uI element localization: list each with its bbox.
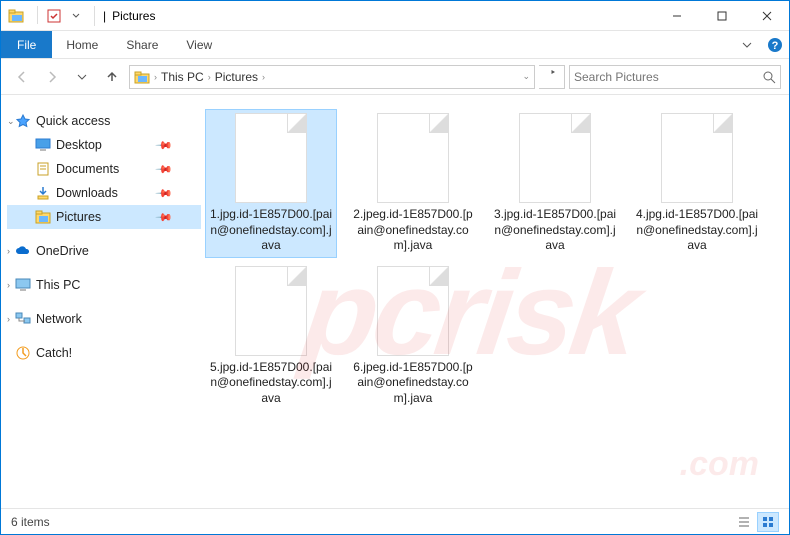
sidebar-onedrive[interactable]: › OneDrive	[7, 239, 201, 263]
view-mode-toggles	[733, 512, 779, 532]
network-icon	[15, 311, 31, 327]
sidebar-item-label: OneDrive	[36, 244, 89, 258]
search-field[interactable]	[569, 65, 781, 89]
address-dropdown-icon[interactable]: ⌄	[522, 71, 530, 82]
sidebar-item-pictures[interactable]: Pictures 📌	[7, 205, 201, 229]
tab-view[interactable]: View	[172, 31, 226, 58]
address-bar: › This PC › Pictures › ⌄	[1, 59, 789, 95]
chevron-right-icon[interactable]: ›	[262, 72, 265, 82]
search-input[interactable]	[574, 70, 762, 84]
folder-icon	[134, 69, 150, 85]
refresh-button[interactable]	[539, 65, 565, 89]
folder-icon	[35, 185, 51, 201]
sidebar-item-label: Documents	[56, 162, 119, 176]
sidebar-item-documents[interactable]: Documents 📌	[7, 157, 201, 181]
close-button[interactable]	[744, 1, 789, 31]
file-grid: 1.jpg.id-1E857D00.[pain@onefinedstay.com…	[205, 109, 789, 411]
qat-dropdown-icon[interactable]	[66, 6, 86, 26]
content-pane[interactable]: 1.jpg.id-1E857D00.[pain@onefinedstay.com…	[201, 95, 789, 510]
file-name-label: 2.jpeg.id-1E857D00.[pain@onefinedstay.co…	[351, 207, 475, 254]
ribbon: File Home Share View ?	[1, 31, 789, 59]
titlebar: | Pictures	[1, 1, 789, 31]
folder-icon	[35, 137, 51, 153]
file-name-label: 3.jpg.id-1E857D00.[pain@onefinedstay.com…	[493, 207, 617, 254]
chevron-right-icon[interactable]: ›	[7, 314, 10, 324]
breadcrumb-pictures[interactable]: Pictures	[215, 70, 258, 84]
sidebar-item-desktop[interactable]: Desktop 📌	[7, 133, 201, 157]
up-button[interactable]	[99, 64, 125, 90]
app-icon	[7, 6, 27, 26]
file-thumbnail-icon	[661, 113, 733, 203]
pin-icon: 📌	[155, 184, 174, 203]
forward-button[interactable]	[39, 64, 65, 90]
file-thumbnail-icon	[377, 113, 449, 203]
file-item[interactable]: 2.jpeg.id-1E857D00.[pain@onefinedstay.co…	[347, 109, 479, 258]
explorer-body: ⌄ Quick access Desktop📌Documents📌Downloa…	[1, 95, 789, 510]
sidebar-item-label: Downloads	[56, 186, 118, 200]
folder-icon	[35, 209, 51, 225]
sidebar-item-label: Pictures	[56, 210, 101, 224]
file-name-label: 6.jpeg.id-1E857D00.[pain@onefinedstay.co…	[351, 360, 475, 407]
sidebar-item-label: Desktop	[56, 138, 102, 152]
window-controls	[654, 1, 789, 31]
chevron-down-icon[interactable]: ⌄	[7, 116, 15, 127]
file-thumbnail-icon	[519, 113, 591, 203]
help-icon[interactable]: ?	[761, 31, 789, 58]
pin-icon: 📌	[155, 160, 174, 179]
sidebar-item-downloads[interactable]: Downloads 📌	[7, 181, 201, 205]
chevron-right-icon[interactable]: ›	[7, 246, 10, 256]
file-thumbnail-icon	[235, 266, 307, 356]
file-name-label: 5.jpg.id-1E857D00.[pain@onefinedstay.com…	[209, 360, 333, 407]
chevron-right-icon[interactable]: ›	[208, 72, 211, 82]
computer-icon	[15, 277, 31, 293]
window-title: Pictures	[112, 9, 155, 23]
tab-share[interactable]: Share	[112, 31, 172, 58]
cloud-icon	[15, 243, 31, 259]
maximize-button[interactable]	[699, 1, 744, 31]
file-item[interactable]: 4.jpg.id-1E857D00.[pain@onefinedstay.com…	[631, 109, 763, 258]
quick-access-toolbar	[33, 6, 95, 26]
chevron-right-icon[interactable]: ›	[154, 72, 157, 82]
sidebar-catch[interactable]: Catch!	[7, 341, 201, 365]
details-view-button[interactable]	[733, 512, 755, 532]
pin-icon: 📌	[155, 136, 174, 155]
file-name-label: 1.jpg.id-1E857D00.[pain@onefinedstay.com…	[209, 207, 333, 254]
tab-home[interactable]: Home	[52, 31, 112, 58]
sidebar-quick-access[interactable]: ⌄ Quick access	[7, 109, 201, 133]
svg-text:?: ?	[772, 40, 779, 52]
folder-icon	[35, 161, 51, 177]
qat-separator	[37, 6, 38, 24]
file-thumbnail-icon	[235, 113, 307, 203]
sidebar-item-label: Network	[36, 312, 82, 326]
back-button[interactable]	[9, 64, 35, 90]
star-icon	[15, 113, 31, 129]
sidebar-item-label: Catch!	[36, 346, 72, 360]
recent-locations-button[interactable]	[69, 64, 95, 90]
minimize-button[interactable]	[654, 1, 699, 31]
ribbon-expand-icon[interactable]	[733, 31, 761, 58]
file-item[interactable]: 1.jpg.id-1E857D00.[pain@onefinedstay.com…	[205, 109, 337, 258]
separator: |	[103, 9, 106, 23]
file-tab[interactable]: File	[1, 31, 52, 58]
status-bar: 6 items	[1, 508, 789, 534]
file-name-label: 4.jpg.id-1E857D00.[pain@onefinedstay.com…	[635, 207, 759, 254]
properties-icon[interactable]	[44, 6, 64, 26]
file-item[interactable]: 3.jpg.id-1E857D00.[pain@onefinedstay.com…	[489, 109, 621, 258]
address-field[interactable]: › This PC › Pictures › ⌄	[129, 65, 535, 89]
thumbnails-view-button[interactable]	[757, 512, 779, 532]
file-item[interactable]: 5.jpg.id-1E857D00.[pain@onefinedstay.com…	[205, 262, 337, 411]
sidebar-item-label: Quick access	[36, 114, 110, 128]
pin-icon: 📌	[155, 208, 174, 227]
status-item-count: 6 items	[11, 515, 50, 529]
sidebar-network[interactable]: › Network	[7, 307, 201, 331]
file-thumbnail-icon	[377, 266, 449, 356]
sidebar-item-label: This PC	[36, 278, 80, 292]
navigation-pane: ⌄ Quick access Desktop📌Documents📌Downloa…	[1, 95, 201, 510]
chevron-right-icon[interactable]: ›	[7, 280, 10, 290]
file-item[interactable]: 6.jpeg.id-1E857D00.[pain@onefinedstay.co…	[347, 262, 479, 411]
breadcrumb-thispc[interactable]: This PC	[161, 70, 204, 84]
search-icon[interactable]	[762, 70, 776, 84]
catch-icon	[15, 345, 31, 361]
sidebar-thispc[interactable]: › This PC	[7, 273, 201, 297]
